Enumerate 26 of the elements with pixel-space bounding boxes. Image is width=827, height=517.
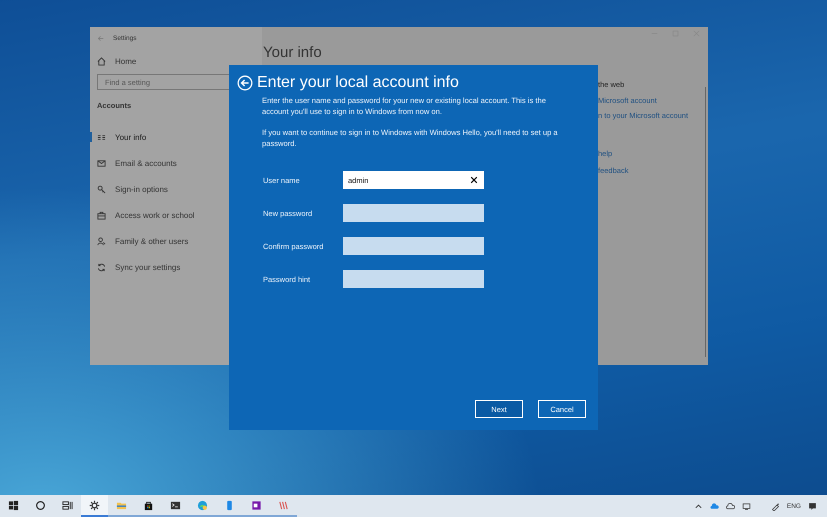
home-icon bbox=[97, 57, 106, 66]
cloud-icon[interactable] bbox=[710, 502, 719, 510]
notification-icon[interactable] bbox=[808, 502, 817, 510]
page-title: Your info bbox=[263, 44, 322, 62]
monitor-icon[interactable] bbox=[742, 502, 751, 510]
input-field[interactable] bbox=[343, 204, 484, 222]
nav-item[interactable]: Sync your settings bbox=[90, 254, 262, 280]
people-icon bbox=[97, 236, 106, 246]
back-icon[interactable] bbox=[237, 75, 253, 91]
cloud-outline-icon[interactable] bbox=[726, 502, 735, 510]
nav-item[interactable]: Email & accounts bbox=[90, 150, 262, 176]
nav-item[interactable]: Sign-in options bbox=[90, 176, 262, 202]
clear-icon[interactable] bbox=[470, 176, 478, 184]
nav-item[interactable]: Family & other users bbox=[90, 228, 262, 254]
mail-icon bbox=[97, 158, 106, 168]
home-item[interactable]: Home bbox=[97, 49, 262, 74]
nav-item[interactable]: Your info bbox=[90, 124, 262, 150]
briefcase-icon bbox=[97, 210, 106, 220]
input-field[interactable] bbox=[343, 237, 484, 255]
pen-icon[interactable] bbox=[770, 502, 780, 510]
key-icon bbox=[97, 184, 106, 194]
sync-icon bbox=[97, 262, 106, 272]
nav-item[interactable]: Access work or school bbox=[90, 202, 262, 228]
settings-icon[interactable] bbox=[81, 495, 108, 517]
input-field[interactable] bbox=[343, 270, 484, 288]
dialog-title: Enter your local account info bbox=[257, 74, 459, 92]
